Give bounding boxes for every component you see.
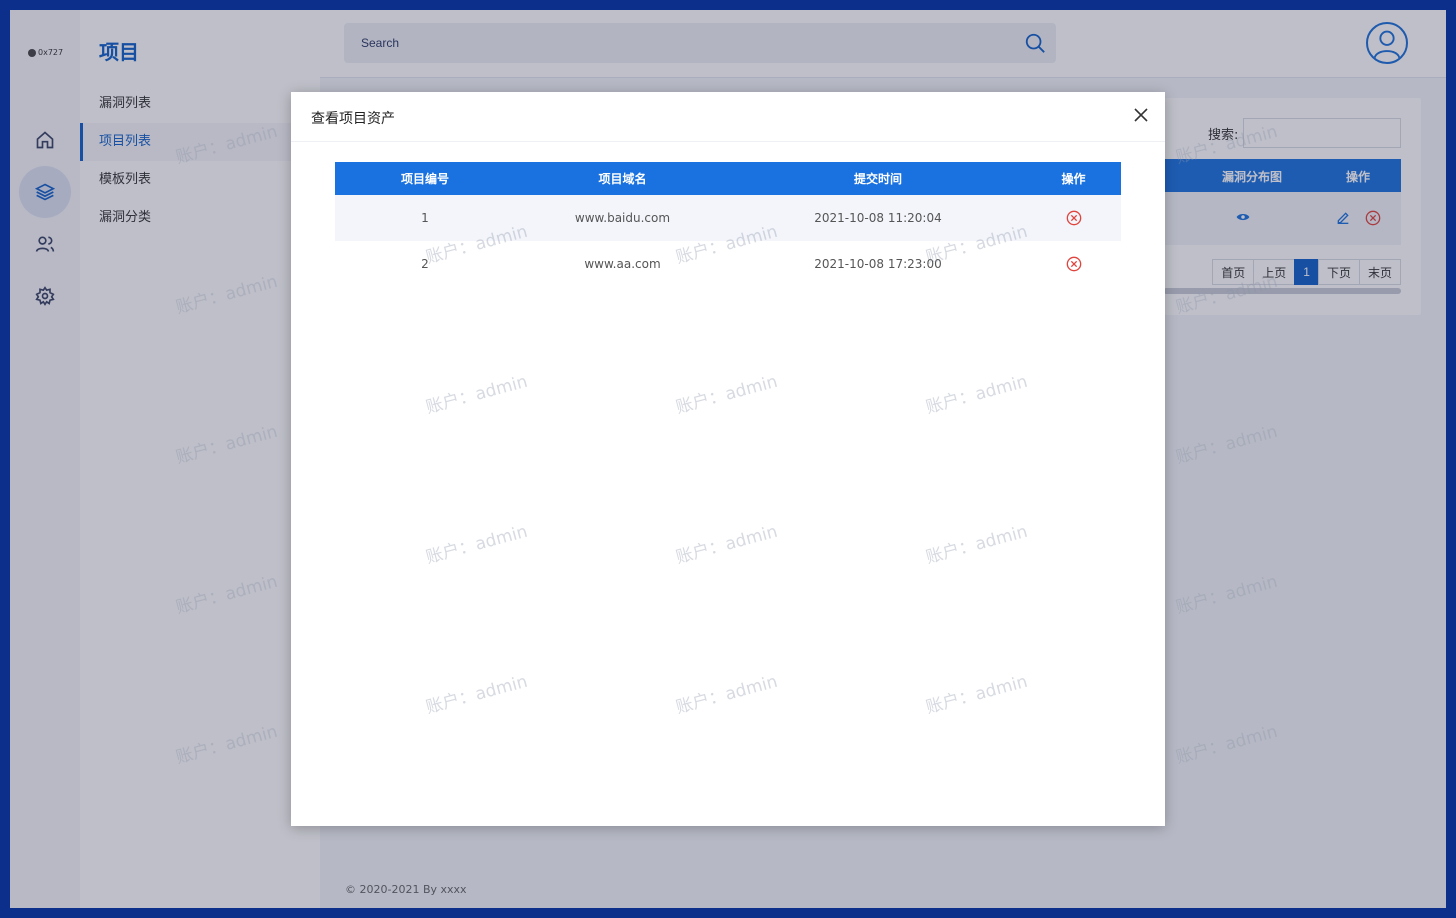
cell-action bbox=[1026, 241, 1121, 287]
assets-table: 项目编号 项目域名 提交时间 操作 1 www.baidu.com 2021-1… bbox=[335, 162, 1121, 287]
delete-icon[interactable] bbox=[1066, 256, 1082, 272]
modal-header: 查看项目资产 bbox=[291, 92, 1165, 142]
cell-project-id: 1 bbox=[335, 195, 515, 241]
app-frame: 0x727 项目 漏洞列表 项目列表 模板列表 漏洞分类 搜索: bbox=[10, 10, 1446, 908]
delete-icon[interactable] bbox=[1066, 210, 1082, 226]
table-header-row: 项目编号 项目域名 提交时间 操作 bbox=[335, 162, 1121, 195]
col-project-id: 项目编号 bbox=[335, 162, 515, 195]
cell-project-domain: www.aa.com bbox=[584, 257, 661, 271]
cell-submit-time: 2021-10-08 17:23:00 bbox=[814, 257, 942, 271]
cell-project-id: 2 bbox=[421, 257, 429, 271]
modal-title: 查看项目资产 bbox=[311, 111, 395, 127]
cell-project-domain: www.baidu.com bbox=[515, 195, 730, 241]
cell-submit-time: 2021-10-08 11:20:04 bbox=[730, 195, 1026, 241]
table-row: 1 www.baidu.com 2021-10-08 11:20:04 bbox=[335, 195, 1121, 241]
col-action: 操作 bbox=[1026, 162, 1121, 195]
table-row: 2 www.aa.com 2021-10-08 17:23:00 bbox=[335, 241, 1121, 287]
project-assets-modal: 查看项目资产 项目编号 项目域名 提交时间 操作 1 www.baidu.com… bbox=[291, 92, 1165, 826]
close-icon[interactable] bbox=[1133, 107, 1149, 123]
cell-action bbox=[1026, 195, 1121, 241]
col-submit-time: 提交时间 bbox=[730, 162, 1026, 195]
col-project-domain: 项目域名 bbox=[515, 162, 730, 195]
